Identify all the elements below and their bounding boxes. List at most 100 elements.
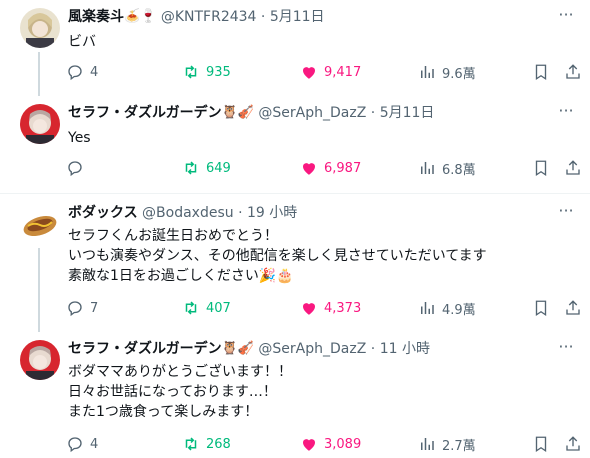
user-handle[interactable]: @SerAph_DazZ [258,105,366,121]
separator-dot: · [238,205,243,221]
display-name[interactable]: セラフ・ダズルガーデン [68,105,222,121]
tweet-actions: 4 268 3,089 2.7萬 [66,434,580,454]
avatar[interactable] [20,8,60,48]
display-name[interactable]: セラフ・ダズルガーデン [68,341,222,357]
view-count: 6.8萬 [442,162,476,178]
retweet-count: 649 [206,160,231,176]
tweet[interactable]: セラフ・ダズルガーデン🦉🎻 @SerAph_DazZ · 5月11日 ··· Y… [0,96,590,188]
heart-icon [303,439,315,451]
views-button[interactable]: 6.8萬 [418,158,476,178]
like-button[interactable]: 9,417 [300,62,361,82]
conversation-divider [0,193,590,194]
user-handle[interactable]: @SerAph_DazZ [258,341,366,357]
separator-dot: · [370,341,376,357]
share-button[interactable] [564,62,582,82]
share-icon [566,160,580,175]
reply-icon [68,437,82,453]
tweet-text: ボダママありがとうございます！！ 日々お世話になっております…！ また1つ歳食っ… [68,364,292,420]
user-handle[interactable]: @Bodaxdesu [142,205,234,221]
name-emoji: 🍝🍷 [124,9,157,24]
reply-button[interactable]: 4 [66,434,98,454]
like-count: 3,089 [324,436,362,452]
heart-icon [303,303,315,315]
more-options-icon[interactable]: ··· [556,203,576,223]
bookmark-button[interactable] [532,158,550,178]
timestamp[interactable]: 19 小時 [247,205,297,221]
reply-count: 7 [90,300,99,316]
bookmark-button[interactable] [532,62,550,82]
tweet[interactable]: セラフ・ダズルガーデン🦉🎻 @SerAph_DazZ · 11 小時 ··· ボ… [0,332,590,458]
bookmark-button[interactable] [532,298,550,318]
like-count: 9,417 [324,64,362,80]
view-count: 4.9萬 [442,302,476,318]
display-name[interactable]: ボダックス [68,205,138,221]
retweet-button[interactable]: 649 [182,158,231,178]
tweet[interactable]: ボダックス @Bodaxdesu · 19 小時 ··· セラフくんお誕生日おめ… [0,196,590,332]
retweet-button[interactable]: 268 [182,434,231,454]
avatar[interactable] [20,104,60,144]
reply-button[interactable] [66,158,90,178]
separator-dot: · [370,105,376,121]
thread-line [38,248,40,332]
like-button[interactable]: 3,089 [300,434,361,454]
tweet-header: セラフ・ダズルガーデン🦉🎻 @SerAph_DazZ · 11 小時 [68,340,430,358]
views-button[interactable]: 9.6萬 [418,62,476,82]
tweet-actions: 649 6,987 6.8萬 [66,158,580,178]
views-button[interactable]: 2.7萬 [418,434,476,454]
retweet-icon [185,65,197,79]
tweet-header: 風楽奏斗🍝🍷 @KNTFR2434 · 5月11日 [68,8,325,26]
thread-line [38,52,40,96]
heart-icon [303,163,315,175]
separator-dot: · [260,9,266,25]
timestamp[interactable]: 5月11日 [380,105,435,121]
tweet[interactable]: 風楽奏斗🍝🍷 @KNTFR2434 · 5月11日 ··· ビバ 4 935 9… [0,0,590,96]
retweet-button[interactable]: 407 [182,298,231,318]
view-count: 9.6萬 [442,66,476,82]
like-count: 4,373 [324,300,362,316]
share-icon [566,64,580,79]
tweet-header: セラフ・ダズルガーデン🦉🎻 @SerAph_DazZ · 5月11日 [68,104,434,122]
more-options-icon[interactable]: ··· [556,103,576,123]
display-name[interactable]: 風楽奏斗 [68,9,124,25]
like-button[interactable]: 6,987 [300,158,361,178]
like-button[interactable]: 4,373 [300,298,361,318]
views-chart-icon [421,162,434,174]
reply-icon [68,65,82,81]
bookmark-icon [535,64,547,81]
reply-button[interactable]: 7 [66,298,98,318]
views-chart-icon [421,302,434,314]
bookmark-icon [535,300,547,317]
timestamp[interactable]: 11 小時 [380,341,430,357]
user-handle[interactable]: @KNTFR2434 [161,9,257,25]
avatar[interactable] [20,340,60,380]
tweet-actions: 7 407 4,373 4.9萬 [66,298,580,318]
like-count: 6,987 [324,160,362,176]
views-chart-icon [421,66,434,78]
timestamp[interactable]: 5月11日 [270,9,325,25]
avatar[interactable] [20,204,60,244]
name-emoji: 🦉🎻 [221,341,254,356]
tweet-actions: 4 935 9,417 9.6萬 [66,62,580,82]
tweet-header: ボダックス @Bodaxdesu · 19 小時 [68,204,297,222]
views-button[interactable]: 4.9萬 [418,298,476,318]
name-emoji: 🦉🎻 [221,105,254,120]
heart-icon [303,67,315,79]
share-icon [566,300,580,315]
more-options-icon[interactable]: ··· [556,7,576,27]
share-button[interactable] [564,158,582,178]
share-icon [566,436,580,451]
share-button[interactable] [564,298,582,318]
view-count: 2.7萬 [442,438,476,454]
reply-count: 4 [90,64,99,80]
share-button[interactable] [564,434,582,454]
more-options-icon[interactable]: ··· [556,339,576,359]
retweet-icon [185,301,197,315]
retweet-icon [185,161,197,175]
retweet-button[interactable]: 935 [182,62,231,82]
tweet-text: Yes [68,130,91,146]
reply-button[interactable]: 4 [66,62,98,82]
retweet-count: 268 [206,436,231,452]
retweet-icon [185,437,197,451]
retweet-count: 407 [206,300,231,316]
bookmark-button[interactable] [532,434,550,454]
